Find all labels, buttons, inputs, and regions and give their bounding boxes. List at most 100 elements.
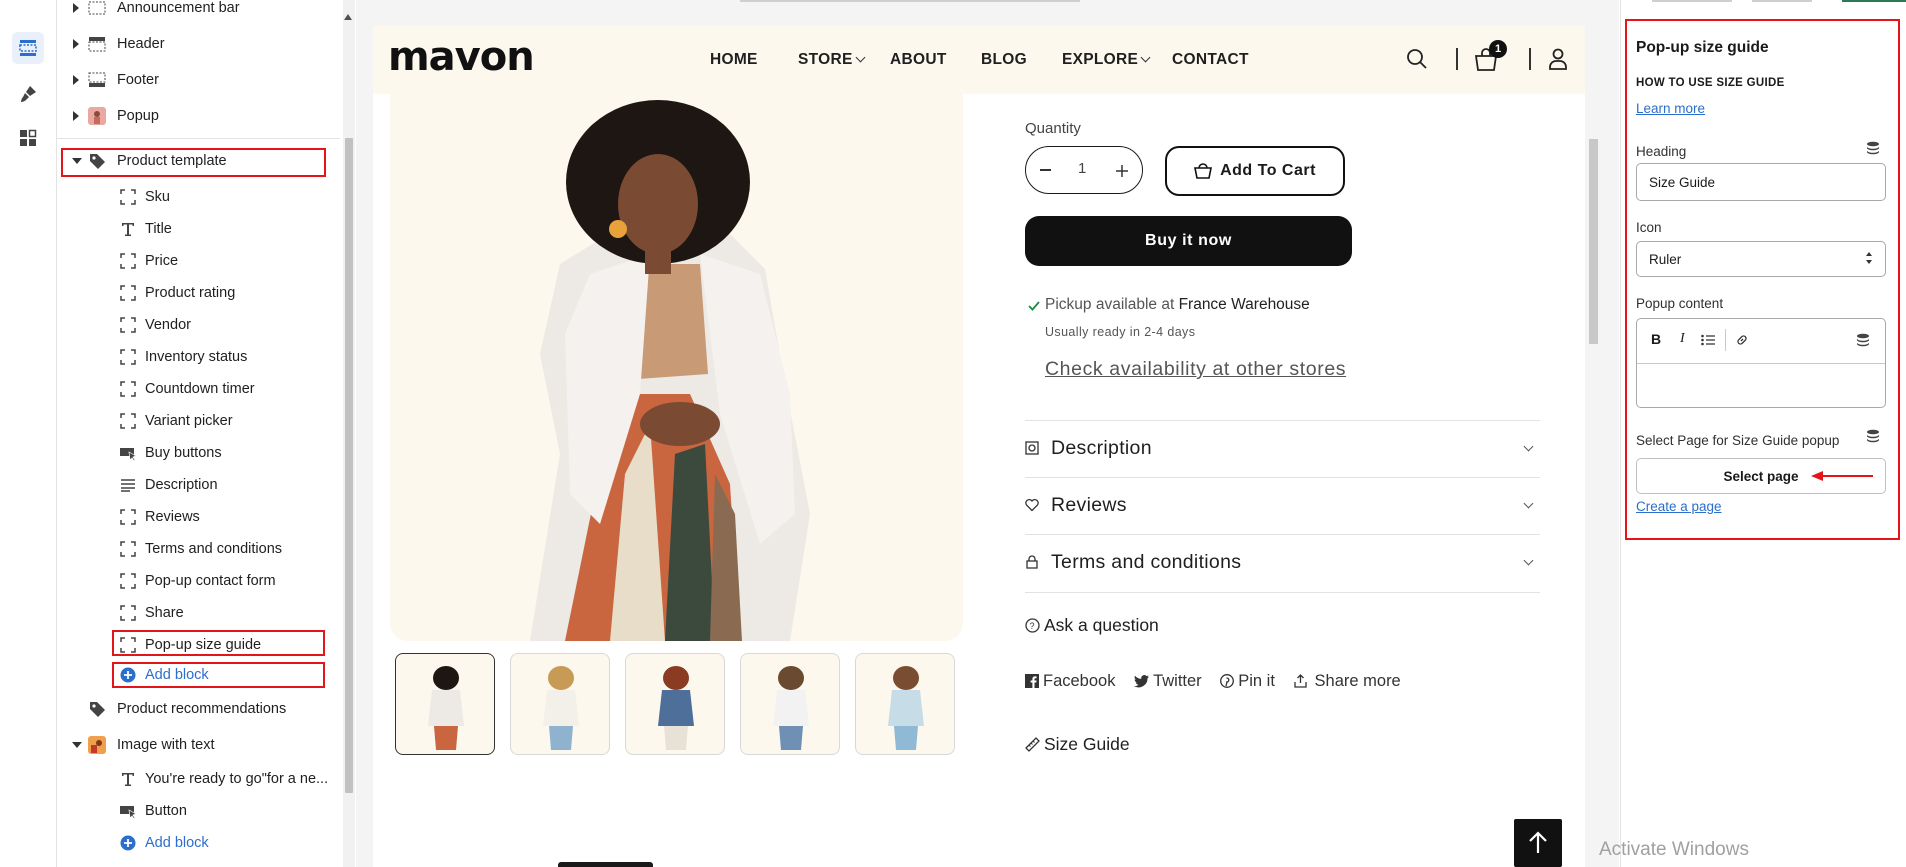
popup-content-editor[interactable]: B I <box>1636 318 1886 408</box>
tree-block-inventory-status[interactable]: Inventory status <box>57 342 340 372</box>
dynamic-source-icon[interactable] <box>1866 141 1880 155</box>
tree-block-vendor[interactable]: Vendor <box>57 310 340 340</box>
account-icon[interactable] <box>1548 48 1568 75</box>
bullet-list-icon[interactable] <box>1701 333 1715 351</box>
tree-block-product-rating[interactable]: Product rating <box>57 278 340 308</box>
back-to-top-button[interactable] <box>1514 819 1562 867</box>
accordion-reviews[interactable]: Reviews <box>1025 477 1540 535</box>
check-availability-link[interactable]: Check availability at other stores <box>1045 358 1346 381</box>
tree-item-header[interactable]: Header <box>57 29 340 59</box>
product-main-image[interactable] <box>390 94 963 641</box>
icon-select[interactable]: Ruler <box>1636 241 1886 277</box>
share-twitter[interactable]: Twitter <box>1134 672 1202 690</box>
block-frame-icon <box>119 252 137 270</box>
tree-scrollbar-thumb[interactable] <box>345 138 353 793</box>
tree-item-footer[interactable]: Footer <box>57 65 340 95</box>
tree-block-description[interactable]: Description <box>57 470 340 500</box>
expand-caret-icon[interactable] <box>73 111 79 121</box>
tree-block-label: Inventory status <box>145 349 248 365</box>
theme-settings-brush-icon[interactable] <box>12 78 44 110</box>
add-to-cart-button[interactable]: Add To Cart <box>1165 146 1345 196</box>
tree-block-share[interactable]: Share <box>57 598 340 628</box>
sections-icon[interactable] <box>12 32 44 64</box>
add-block-button[interactable]: Add block <box>57 828 340 858</box>
ruler-icon <box>1025 736 1040 757</box>
tree-block-sku[interactable]: Sku <box>57 182 340 212</box>
heading-input[interactable]: Size Guide <box>1636 163 1886 201</box>
collapse-caret-icon[interactable] <box>72 742 82 748</box>
block-frame-icon <box>119 188 137 206</box>
tree-block-title[interactable]: Title <box>57 214 340 244</box>
expand-caret-icon[interactable] <box>73 39 79 49</box>
expand-caret-icon[interactable] <box>73 3 79 13</box>
accordion-description[interactable]: Description <box>1025 420 1540 478</box>
italic-icon[interactable]: I <box>1680 331 1685 347</box>
share-facebook[interactable]: Facebook <box>1025 672 1115 690</box>
quantity-value[interactable]: 1 <box>1078 160 1086 177</box>
tree-item-product-recommendations[interactable]: Product recommendations <box>57 694 340 724</box>
tree-block-label: Sku <box>145 189 170 205</box>
nav-explore[interactable]: EXPLORE <box>1062 51 1151 69</box>
tree-block-buy-buttons[interactable]: Buy buttons <box>57 438 340 468</box>
nav-about[interactable]: ABOUT <box>890 51 947 69</box>
app-embeds-icon[interactable] <box>12 122 44 154</box>
save-button-fragment[interactable] <box>1842 0 1906 2</box>
tree-block-terms-and-conditions[interactable]: Terms and conditions <box>57 534 340 564</box>
size-guide-link[interactable]: Size Guide <box>1025 734 1130 757</box>
popup-thumbnail-icon <box>88 107 106 125</box>
header-section-icon <box>88 35 106 53</box>
expand-caret-icon[interactable] <box>73 75 79 85</box>
accordion-terms[interactable]: Terms and conditions <box>1025 534 1540 593</box>
tree-block-countdown-timer[interactable]: Countdown timer <box>57 374 340 404</box>
settings-title: Pop-up size guide <box>1636 39 1769 56</box>
dynamic-source-icon[interactable] <box>1866 429 1880 443</box>
icon-label: Icon <box>1636 220 1662 235</box>
search-icon[interactable] <box>1406 48 1428 75</box>
plus-icon[interactable] <box>1116 164 1128 182</box>
nav-blog[interactable]: BLOG <box>981 51 1027 69</box>
product-thumbnail[interactable] <box>510 653 610 755</box>
share-more[interactable]: Share more <box>1293 672 1401 693</box>
share-pinterest[interactable]: Pin it <box>1220 672 1275 690</box>
tree-block-button[interactable]: Button <box>57 796 340 826</box>
quantity-stepper[interactable]: 1 <box>1025 146 1143 194</box>
block-frame-icon <box>119 284 137 302</box>
lock-icon <box>1025 555 1039 569</box>
tree-block-pop-up-contact-form[interactable]: Pop-up contact form <box>57 566 340 596</box>
tree-block-variant-picker[interactable]: Variant picker <box>57 406 340 436</box>
tree-block-label: Reviews <box>145 509 200 525</box>
link-icon[interactable] <box>1735 333 1749 352</box>
buy-now-button[interactable]: Buy it now <box>1025 216 1352 266</box>
highlight-box <box>112 662 325 688</box>
nav-contact[interactable]: CONTACT <box>1172 51 1249 69</box>
share-upload-icon <box>1293 674 1307 693</box>
toolbar-separator <box>1725 329 1726 351</box>
product-thumbnail[interactable] <box>625 653 725 755</box>
product-thumbnail[interactable] <box>740 653 840 755</box>
tree-block-heading-text[interactable]: You're ready to go"for a ne... <box>57 764 340 794</box>
dynamic-source-icon[interactable] <box>1856 333 1870 352</box>
create-page-link[interactable]: Create a page <box>1636 499 1722 514</box>
nav-home[interactable]: HOME <box>710 51 758 69</box>
nav-store[interactable]: STORE <box>798 51 866 69</box>
ask-question-link[interactable]: ? Ask a question <box>1025 615 1159 638</box>
preview-scrollbar-thumb[interactable] <box>1589 139 1598 344</box>
tree-block-label: Variant picker <box>145 413 233 429</box>
scroll-up-arrow-icon[interactable] <box>344 14 352 20</box>
heading-label: Heading <box>1636 144 1687 159</box>
tree-block-label: Title <box>145 221 172 237</box>
product-thumbnail[interactable] <box>395 653 495 755</box>
store-logo[interactable]: mavon <box>388 34 535 80</box>
tree-block-price[interactable]: Price <box>57 246 340 276</box>
minus-icon[interactable] <box>1040 169 1051 171</box>
header-section-icon <box>88 0 106 17</box>
tree-block-label: Countdown timer <box>145 381 255 397</box>
tree-item-announcement-bar[interactable]: Announcement bar <box>57 0 340 23</box>
tree-item-image-with-text[interactable]: Image with text <box>57 730 340 760</box>
product-thumbnail[interactable] <box>855 653 955 755</box>
learn-more-link[interactable]: Learn more <box>1636 101 1705 116</box>
tree-item-popup[interactable]: Popup <box>57 101 340 131</box>
bold-icon[interactable]: B <box>1651 331 1661 347</box>
tree-block-reviews[interactable]: Reviews <box>57 502 340 532</box>
toolbar-fragment <box>1652 0 1732 2</box>
